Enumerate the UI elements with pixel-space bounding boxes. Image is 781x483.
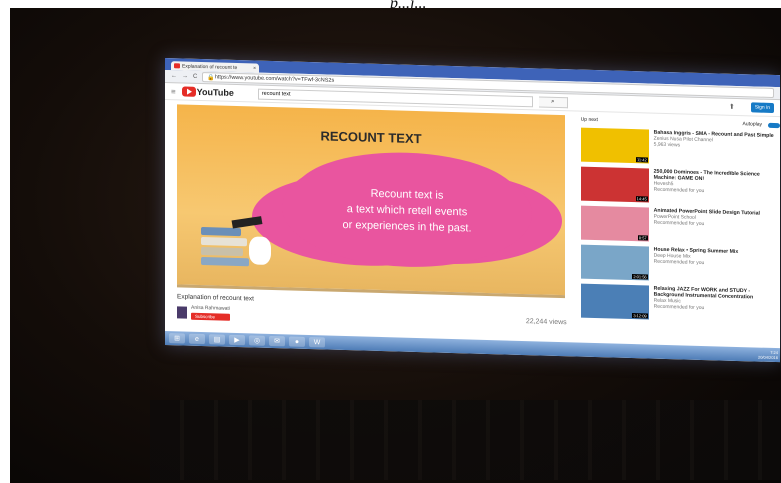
- chrome-icon[interactable]: ◎: [249, 335, 265, 346]
- recommended-video[interactable]: 8:57 Animated PowerPoint Slide Design Tut…: [580, 205, 780, 247]
- laptop-screen: Explanation of recount te × ← → C 🔒 http…: [165, 58, 780, 363]
- channel-name[interactable]: Anisa Rahmawati: [191, 305, 230, 312]
- recommended-video[interactable]: 3:12:09 Relaxing JAZZ For WORK and STUDY …: [580, 283, 780, 325]
- hamburger-menu-icon[interactable]: ≡: [171, 87, 176, 96]
- start-button[interactable]: ⊞: [169, 333, 185, 344]
- video-duration: 8:57: [637, 235, 648, 241]
- view-count: 22,244 views: [525, 318, 567, 327]
- signin-button[interactable]: Sign in: [750, 102, 774, 114]
- autoplay-toggle[interactable]: [768, 122, 780, 128]
- search-button[interactable]: ⌕: [538, 95, 568, 108]
- diploma-illustration: [249, 236, 271, 265]
- lock-icon: 🔒: [207, 74, 215, 81]
- recommended-video[interactable]: 11:42 Bahasa Inggris - SMA - Recount and …: [580, 127, 780, 169]
- video-duration: 2:01:56: [632, 274, 648, 280]
- up-next-label: Up next: [580, 116, 598, 124]
- video-thumbnail[interactable]: 2:01:56: [580, 244, 649, 281]
- back-icon[interactable]: ←: [171, 73, 177, 79]
- video-thumbnail[interactable]: 3:12:09: [580, 283, 649, 320]
- recommended-video[interactable]: 14:45 250,000 Dominoes - The Incredible S…: [580, 166, 780, 208]
- video-thumbnail[interactable]: 8:57: [580, 205, 649, 242]
- clock-date: 20/04/2016: [757, 354, 778, 361]
- url-text: https://www.youtube.com/watch?v=TFwf-3cN…: [214, 74, 335, 84]
- video-duration: 3:12:09: [632, 313, 648, 319]
- mail-icon[interactable]: ✉: [269, 335, 285, 347]
- tab-title: Explanation of recount te: [182, 62, 238, 71]
- video-player[interactable]: RECOUNT TEXT Recount text is a text whic…: [177, 104, 565, 299]
- recommended-views: Recommended for you: [653, 258, 705, 267]
- pink-cloud-graphic: Recount text is a text which retell even…: [282, 151, 532, 271]
- channel-avatar[interactable]: [177, 305, 187, 319]
- recommendations-sidebar: Up next Autoplay 11:42 Bahasa Inggris - S…: [571, 111, 780, 336]
- forward-icon[interactable]: →: [182, 73, 188, 79]
- autoplay-label: Autoplay: [742, 121, 762, 128]
- slide-title: RECOUNT TEXT: [320, 128, 422, 147]
- subscribe-button[interactable]: Subscribe: [191, 312, 230, 321]
- slide-line: or experiences in the past.: [342, 218, 472, 235]
- youtube-favicon-icon: [174, 63, 180, 69]
- recommended-video[interactable]: 2:01:56 House Relax • Spring Summer Mix De…: [580, 244, 780, 286]
- video-thumbnail[interactable]: 11:42: [580, 127, 649, 164]
- ie-icon[interactable]: e: [189, 333, 205, 345]
- laptop-keyboard: [150, 400, 780, 480]
- firefox-icon[interactable]: ●: [289, 336, 305, 347]
- video-thumbnail[interactable]: 14:45: [580, 166, 649, 203]
- youtube-play-icon: [181, 86, 196, 97]
- books-illustration: [201, 225, 251, 276]
- youtube-logo-text: YouTube: [196, 86, 234, 98]
- video-duration: 14:45: [635, 196, 648, 202]
- system-tray-clock[interactable]: 7:24 20/04/2016: [758, 350, 780, 361]
- video-duration: 11:42: [635, 157, 648, 163]
- word-icon[interactable]: W: [309, 337, 325, 348]
- close-tab-icon[interactable]: ×: [253, 65, 256, 71]
- media-player-icon[interactable]: ▶: [229, 334, 245, 346]
- reload-icon[interactable]: C: [193, 74, 197, 80]
- youtube-logo[interactable]: YouTube: [181, 86, 234, 98]
- upload-icon[interactable]: ⬆: [729, 103, 735, 111]
- folder-icon[interactable]: ▤: [209, 334, 225, 345]
